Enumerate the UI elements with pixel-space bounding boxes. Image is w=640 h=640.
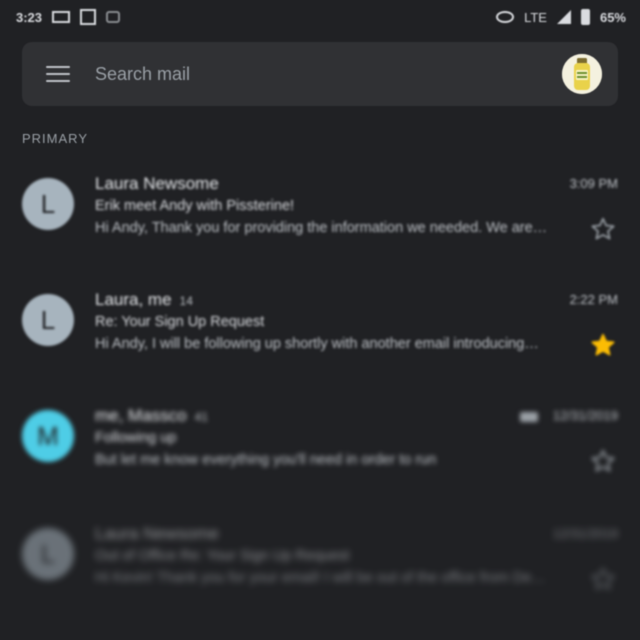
sender-avatar[interactable]: L <box>22 528 74 580</box>
eye-icon <box>496 11 515 23</box>
email-snippet: Hi Andy, I will be following up shortly … <box>95 336 539 352</box>
avatar-letter: L <box>40 304 56 335</box>
network-label: LTE <box>524 9 547 25</box>
hamburger-menu-icon[interactable] <box>46 66 70 83</box>
star-outline-icon[interactable] <box>590 216 616 242</box>
search-bar[interactable]: Search mail <box>22 42 618 106</box>
gmail-inbox-screen: 3:23 LTE 65% Search mail PRIMARY L Laura… <box>0 0 640 640</box>
star-filled-icon[interactable] <box>590 332 616 358</box>
email-row[interactable]: L Laura Newsome 3:09 PM Erik meet Andy w… <box>0 174 640 284</box>
signal-icon <box>556 10 571 24</box>
star-outline-icon[interactable] <box>590 448 616 474</box>
battery-icon <box>580 9 590 25</box>
account-avatar-icon[interactable] <box>562 54 602 94</box>
battery-percent: 65% <box>599 9 626 25</box>
email-snippet: But let me know everything you'll need i… <box>95 452 437 468</box>
search-input[interactable]: Search mail <box>95 64 190 85</box>
sender-avatar[interactable]: M <box>22 410 74 462</box>
vibrate-icon <box>106 11 121 23</box>
email-subject: Following up <box>95 430 177 446</box>
email-time: 12/31/2019 <box>552 526 618 541</box>
thread-count: 41 <box>194 410 208 424</box>
section-label-primary: PRIMARY <box>22 131 88 146</box>
email-subject: Out of Office Re: Your Sign Up Request <box>95 548 350 564</box>
sender-avatar[interactable]: L <box>22 178 74 230</box>
thread-count: 14 <box>179 294 193 308</box>
email-subject: Erik meet Andy with Pissterine! <box>95 198 295 214</box>
calendar-icon <box>80 9 97 25</box>
sender-name: Laura Newsome <box>95 524 219 543</box>
email-time: 2:22 PM <box>569 292 618 307</box>
sender-name: Laura, me 14 <box>95 290 193 309</box>
status-bar: 3:23 LTE 65% <box>0 0 640 34</box>
email-subject: Re: Your Sign Up Request <box>95 314 265 330</box>
email-row[interactable]: M me, Massco 41 12/31/2019 Following up B… <box>0 406 640 516</box>
attachment-icon <box>520 412 538 422</box>
laptop-icon <box>52 11 71 23</box>
sender-name: me, Massco 41 <box>95 406 208 425</box>
star-outline-icon[interactable] <box>590 566 616 592</box>
email-row[interactable]: L Laura Newsome 12/31/2019 Out of Office… <box>0 524 640 634</box>
sender-name: Laura Newsome <box>95 174 219 193</box>
email-time: 12/31/2019 <box>552 408 618 423</box>
avatar-letter: M <box>37 420 59 451</box>
avatar-letter: L <box>40 188 56 219</box>
email-snippet: Hi Kevin! Thank you for your email! I wi… <box>95 570 546 586</box>
email-time: 3:09 PM <box>569 176 618 191</box>
status-time: 3:23 <box>16 9 43 25</box>
email-row[interactable]: L Laura, me 14 2:22 PM Re: Your Sign Up R… <box>0 290 640 400</box>
sender-avatar[interactable]: L <box>22 294 74 346</box>
avatar-letter: L <box>40 538 56 569</box>
email-snippet: Hi Andy, Thank you for providing the inf… <box>95 220 548 236</box>
